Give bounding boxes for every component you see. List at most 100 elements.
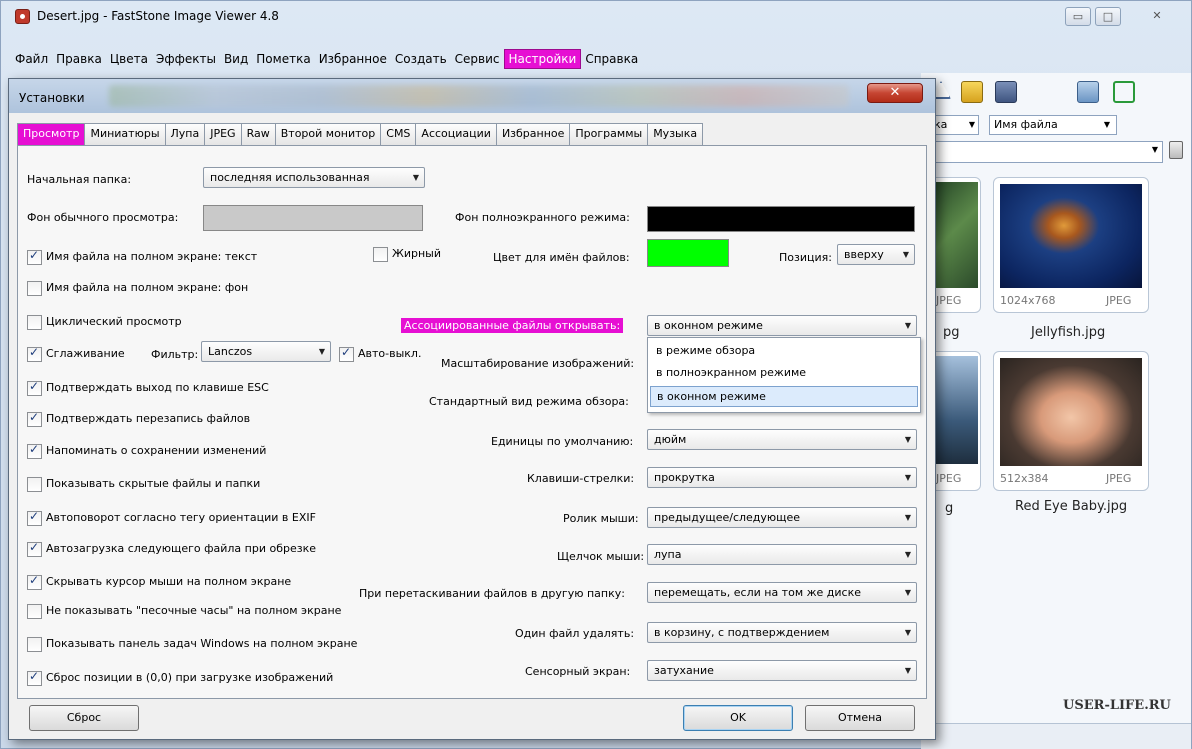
touch-select[interactable]: затухание ▼ — [647, 660, 917, 681]
filename-bg-checkbox[interactable]: Имя файла на полном экране: фон — [27, 281, 248, 296]
thumbnail-name: pg — [943, 325, 960, 340]
tab-jpeg[interactable]: JPEG — [204, 123, 242, 145]
dialog-close-button[interactable]: ✕ — [867, 83, 923, 103]
fullscreen-bg-swatch[interactable] — [647, 206, 915, 232]
click-select[interactable]: лупа ▼ — [647, 544, 917, 565]
thumbnail-format: JPEG — [1106, 472, 1132, 485]
start-folder-label: Начальная папка: — [27, 173, 132, 186]
arrows-value: прокрутка — [654, 471, 715, 484]
reset-pos-checkbox[interactable]: Сброс позиции в (0,0) при загрузке изобр… — [27, 669, 333, 686]
menu-tag[interactable]: Пометка — [252, 50, 314, 68]
sort-select[interactable]: ка ▼ — [931, 115, 979, 135]
trash-icon[interactable] — [1169, 141, 1183, 159]
no-hourglass-checkbox[interactable]: Не показывать "песочные часы" на полном … — [27, 604, 341, 619]
tab-strip: Просмотр Миниатюры Лупа JPEG Raw Второй монит… — [17, 123, 704, 145]
filename-text-checkbox[interactable]: Имя файла на полном экране: текст — [27, 248, 257, 265]
menu-view[interactable]: Вид — [220, 50, 252, 68]
dropdown-option[interactable]: в полноэкранном режиме — [650, 363, 918, 384]
thumbnail-image — [1000, 358, 1142, 466]
minimize-button[interactable]: ▭ — [1065, 7, 1091, 26]
filter-select[interactable]: Lanczos ▼ — [201, 341, 331, 362]
default-view-label: Стандартный вид режима обзора: — [429, 395, 629, 408]
menu-favorites[interactable]: Избранное — [315, 50, 391, 68]
menu-edit[interactable]: Правка — [52, 50, 106, 68]
wheel-select[interactable]: предыдущее/следующее ▼ — [647, 507, 917, 528]
tab-second-monitor[interactable]: Второй монитор — [274, 123, 382, 145]
smoothing-checkbox[interactable]: Сглаживание — [27, 345, 125, 362]
normal-bg-label: Фон обычного просмотра: — [27, 211, 179, 224]
bold-checkbox[interactable]: Жирный — [373, 247, 441, 262]
auto-off-checkbox[interactable]: Авто-выкл. — [339, 345, 421, 362]
reset-button[interactable]: Сброс — [29, 705, 139, 731]
blurred-toolbar — [109, 85, 849, 107]
layout-icon[interactable] — [1077, 81, 1099, 103]
normal-bg-swatch[interactable] — [203, 205, 423, 231]
fullscreen-bg-label: Фон полноэкранного режима: — [455, 211, 630, 224]
arrows-select[interactable]: прокрутка ▼ — [647, 467, 917, 488]
menu-help[interactable]: Справка — [581, 50, 642, 68]
thumbnail-name: g — [945, 501, 954, 516]
tab-music[interactable]: Музыка — [647, 123, 704, 145]
settings-dialog: Установки ✕ Просмотр Миниатюры Лупа JPEG Raw… — [8, 78, 936, 740]
tab-associations[interactable]: Ассоциации — [415, 123, 497, 145]
thumbnail-card[interactable]: 1024x768 JPEG — [993, 177, 1149, 313]
touch-value: затухание — [654, 664, 714, 677]
assoc-open-select[interactable]: в оконном режиме ▼ — [647, 315, 917, 336]
fullscreen-icon[interactable] — [1113, 81, 1135, 103]
position-select[interactable]: вверху ▼ — [837, 244, 915, 265]
scaling-label: Масштабирование изображений: — [441, 357, 635, 370]
cyclic-checkbox[interactable]: Циклический просмотр — [27, 315, 182, 330]
maximize-button[interactable]: □ — [1095, 7, 1121, 26]
thumbnail-card[interactable]: 512x384 JPEG — [993, 351, 1149, 491]
dropdown-option-selected[interactable]: в оконном режиме — [650, 386, 918, 407]
menu-settings[interactable]: Настройки — [503, 49, 582, 69]
ok-button[interactable]: OK — [683, 705, 793, 731]
drag-value: перемещать, если на том же диске — [654, 586, 862, 599]
menu-effects[interactable]: Эффекты — [152, 50, 220, 68]
thumbnail-format: JPEG — [936, 294, 962, 307]
cancel-button[interactable]: Отмена — [805, 705, 915, 731]
tab-favorites[interactable]: Избранное — [495, 123, 571, 145]
close-button[interactable]: ✕ — [1135, 7, 1179, 26]
menu-tools[interactable]: Сервис — [451, 50, 504, 68]
dropdown-option[interactable]: в режиме обзора — [650, 341, 918, 362]
menu-colors[interactable]: Цвета — [106, 50, 152, 68]
folder-icon[interactable] — [961, 81, 983, 103]
tab-programs[interactable]: Программы — [569, 123, 649, 145]
start-folder-select[interactable]: последняя использованная ▼ — [203, 167, 425, 188]
menu-file[interactable]: Файл — [11, 50, 52, 68]
watermark: USER-LIFE.RU — [1063, 698, 1171, 713]
show-hidden-checkbox[interactable]: Показывать скрытые файлы и папки — [27, 477, 260, 492]
taskbar-checkbox[interactable]: Показывать панель задач Windows на полно… — [27, 637, 357, 652]
drag-select[interactable]: перемещать, если на том же диске ▼ — [647, 582, 917, 603]
click-value: лупа — [654, 548, 682, 561]
tab-thumbnails[interactable]: Миниатюры — [84, 123, 166, 145]
menu-create[interactable]: Создать — [391, 50, 451, 68]
wheel-value: предыдущее/следующее — [654, 511, 801, 524]
autorotate-checkbox[interactable]: Автоповорот согласно тегу ориентации в E… — [27, 509, 316, 526]
units-value: дюйм — [654, 433, 687, 446]
position-label: Позиция: — [779, 251, 832, 264]
autoload-checkbox[interactable]: Автозагрузка следующего файла при обрезк… — [27, 540, 316, 557]
units-select[interactable]: дюйм ▼ — [647, 429, 917, 450]
thumbnail-format: JPEG — [1106, 294, 1132, 307]
filename-color-swatch[interactable] — [647, 239, 729, 267]
tab-magnifier[interactable]: Лупа — [164, 123, 206, 145]
position-value: вверху — [844, 248, 884, 261]
sort-value: ка — [934, 118, 948, 131]
delete-value: в корзину, с подтверждением — [654, 626, 830, 639]
print-icon[interactable] — [995, 81, 1017, 103]
filename-sort-select[interactable]: Имя файла ▼ — [989, 115, 1117, 135]
address-bar[interactable]: ▼ — [931, 141, 1163, 163]
hide-cursor-checkbox[interactable]: Скрывать курсор мыши на полном экране — [27, 573, 291, 590]
remind-save-checkbox[interactable]: Напоминать о сохранении изменений — [27, 442, 266, 459]
units-label: Единицы по умолчанию: — [491, 435, 634, 448]
assoc-dropdown-list: в режиме обзора в полноэкранном режиме в… — [647, 337, 921, 413]
delete-select[interactable]: в корзину, с подтверждением ▼ — [647, 622, 917, 643]
tab-view[interactable]: Просмотр — [17, 123, 86, 145]
tab-cms[interactable]: CMS — [380, 123, 417, 145]
confirm-overwrite-checkbox[interactable]: Подтверждать перезапись файлов — [27, 410, 250, 427]
tab-raw[interactable]: Raw — [240, 123, 276, 145]
wheel-label: Ролик мыши: — [563, 512, 639, 525]
confirm-esc-checkbox[interactable]: Подтверждать выход по клавише ESC — [27, 379, 269, 396]
